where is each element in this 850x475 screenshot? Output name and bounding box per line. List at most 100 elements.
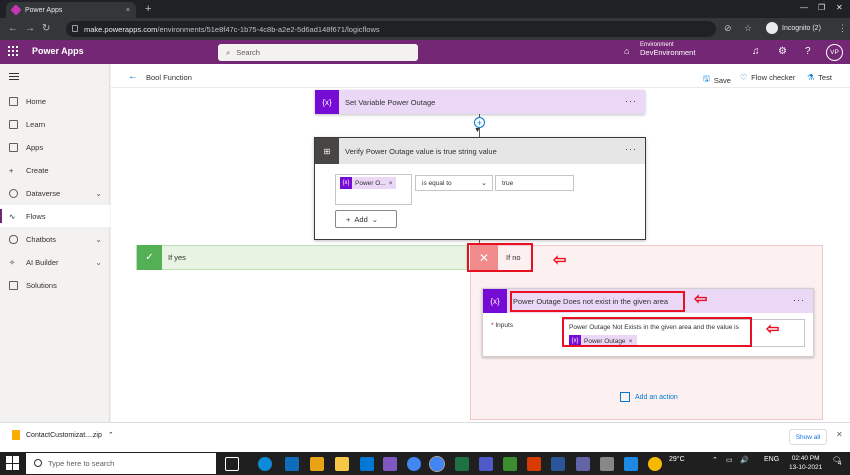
if-yes-branch-header[interactable]: ✓ If yes	[136, 245, 467, 270]
excel-icon[interactable]	[455, 457, 469, 471]
notifications-bell-icon[interactable]: ♫	[752, 46, 760, 57]
temperature[interactable]: 29°C	[669, 456, 685, 463]
condition-icon: ⊞	[315, 138, 339, 164]
tracking-blocked-icon[interactable]: ⊘	[724, 23, 732, 34]
token-remove-icon[interactable]: ×	[389, 180, 393, 187]
sidebar-item-apps[interactable]: Apps	[0, 136, 110, 158]
download-item[interactable]: ContactCustomizat....zip ⌃	[12, 430, 114, 440]
browser-tab[interactable]: Power Apps ×	[6, 2, 136, 18]
operator-select[interactable]: is equal to ⌄	[415, 175, 493, 191]
chrome-icon[interactable]	[407, 457, 421, 471]
clock-date: 13-10-2021	[789, 464, 823, 471]
required-marker: *	[491, 322, 494, 329]
clock[interactable]: 02:40 PM 13-10-2021	[789, 454, 822, 472]
tab-close-icon[interactable]: ×	[126, 7, 130, 14]
app-launcher-icon[interactable]	[8, 46, 18, 56]
browser-forward-icon[interactable]: →	[25, 23, 35, 34]
hamburger-menu-icon[interactable]	[9, 73, 19, 82]
close-download-bar-icon[interactable]: ✕	[836, 430, 843, 439]
app-icon[interactable]	[503, 457, 517, 471]
taskbar-search-input[interactable]: Type here to search	[26, 453, 216, 474]
sidebar-item-solutions[interactable]: Solutions	[0, 274, 110, 296]
edge-icon[interactable]	[258, 457, 272, 471]
zip-file-icon	[12, 430, 20, 440]
database-icon	[9, 188, 18, 198]
reload-icon[interactable]: ↻	[42, 23, 50, 34]
task-view-icon[interactable]	[225, 457, 239, 471]
minimize-icon[interactable]: —	[800, 3, 808, 12]
back-arrow-icon[interactable]: ←	[128, 71, 138, 82]
sidebar-item-label: Solutions	[26, 280, 57, 290]
new-tab-button[interactable]: +	[145, 3, 151, 15]
settings-gear-icon[interactable]: ⚙	[778, 46, 787, 57]
search-icon	[34, 459, 42, 467]
app-name[interactable]: Power Apps	[32, 46, 84, 56]
sidebar-item-label: Flows	[26, 211, 46, 221]
system-tray-chevron-icon[interactable]: ⌃	[712, 456, 718, 464]
chevron-down-icon: ⌄	[95, 257, 102, 267]
sidebar-item-flows[interactable]: ∿ Flows	[0, 205, 110, 227]
sidebar-item-label: Learn	[26, 119, 46, 129]
outlook-icon[interactable]	[285, 457, 299, 471]
inputs-text: Inputs	[495, 322, 514, 329]
environment-picker[interactable]: Environment DevEnvironment	[640, 42, 695, 57]
search-input[interactable]: ⌕ Search	[218, 44, 418, 61]
add-an-action-button[interactable]: Add an action	[620, 392, 678, 402]
add-condition-button[interactable]: + Add ⌄	[335, 210, 397, 228]
app-icon[interactable]	[576, 457, 590, 471]
teams-icon[interactable]	[479, 457, 493, 471]
more-options-icon[interactable]: ···	[793, 295, 805, 305]
sidebar-item-create[interactable]: + Create	[0, 159, 110, 181]
file-explorer-icon[interactable]	[310, 457, 324, 471]
url-path: /environments/51e8f47c-1b75-4c8b-a2e2-5d…	[157, 24, 380, 34]
annotation-arrow-icon: ⇦	[766, 321, 780, 338]
card-title: Set Variable Power Outage	[345, 97, 436, 107]
app-icon[interactable]	[624, 457, 638, 471]
folder-icon[interactable]	[335, 457, 349, 471]
save-button[interactable]: 🖫 Save	[703, 73, 731, 87]
language-indicator[interactable]: ENG	[764, 456, 779, 463]
browser-menu-icon[interactable]: ⋮	[838, 23, 847, 34]
flow-checker-button[interactable]: ♡ Flow checker	[740, 73, 795, 82]
bookmark-star-icon[interactable]: ☆	[744, 23, 752, 34]
lock-icon	[72, 25, 78, 32]
save-icon: 🖫	[703, 74, 710, 83]
more-options-icon[interactable]: ···	[625, 144, 637, 154]
word-icon[interactable]	[551, 457, 565, 471]
weather-icon[interactable]	[648, 457, 662, 471]
chevron-up-icon[interactable]: ⌃	[108, 431, 114, 439]
sidebar-item-ai-builder[interactable]: ✧ AI Builder ⌄	[0, 251, 110, 273]
avatar[interactable]: VP	[826, 44, 843, 61]
sidebar-item-learn[interactable]: Learn	[0, 113, 110, 135]
help-icon[interactable]: ?	[805, 46, 811, 57]
store-icon[interactable]	[360, 457, 374, 471]
app-icon[interactable]	[527, 457, 541, 471]
dynamic-content-token[interactable]: {x} Power O... ×	[340, 177, 396, 189]
volume-icon[interactable]: 🔊	[740, 456, 749, 464]
maximize-icon[interactable]: ❐	[818, 3, 825, 12]
app-icon[interactable]	[383, 457, 397, 471]
app-icon[interactable]	[600, 457, 614, 471]
windows-start-icon[interactable]	[6, 456, 20, 470]
close-window-icon[interactable]: ✕	[836, 3, 843, 12]
incognito-indicator[interactable]: Incognito (2)	[766, 22, 821, 34]
chevron-down-icon: ⌄	[481, 180, 487, 187]
url-input[interactable]: make.powerapps.com/environments/51e8f47c…	[66, 21, 716, 37]
checkmark-icon: ✓	[137, 245, 162, 270]
more-options-icon[interactable]: ···	[625, 96, 637, 106]
set-variable-card[interactable]: {x} Set Variable Power Outage ···	[315, 90, 645, 114]
sidebar-item-label: Dataverse	[26, 188, 61, 198]
chrome-incognito-icon[interactable]	[429, 456, 445, 472]
sidebar-item-home[interactable]: Home	[0, 90, 110, 112]
home-icon	[9, 96, 18, 106]
card-title: Verify Power Outage value is true string…	[345, 146, 497, 156]
condition-card[interactable]: ⊞ Verify Power Outage value is true stri…	[314, 137, 646, 240]
network-icon[interactable]: ▭	[726, 456, 733, 464]
test-button[interactable]: ⚗ Test	[807, 73, 832, 82]
browser-back-icon[interactable]: ←	[8, 23, 18, 34]
show-all-button[interactable]: Show all	[789, 429, 827, 445]
sidebar-item-dataverse[interactable]: Dataverse ⌄	[0, 182, 110, 204]
condition-value-input[interactable]: true	[495, 175, 574, 191]
condition-left-operand[interactable]: {x} Power O... ×	[335, 174, 412, 205]
sidebar-item-chatbots[interactable]: Chatbots ⌄	[0, 228, 110, 250]
